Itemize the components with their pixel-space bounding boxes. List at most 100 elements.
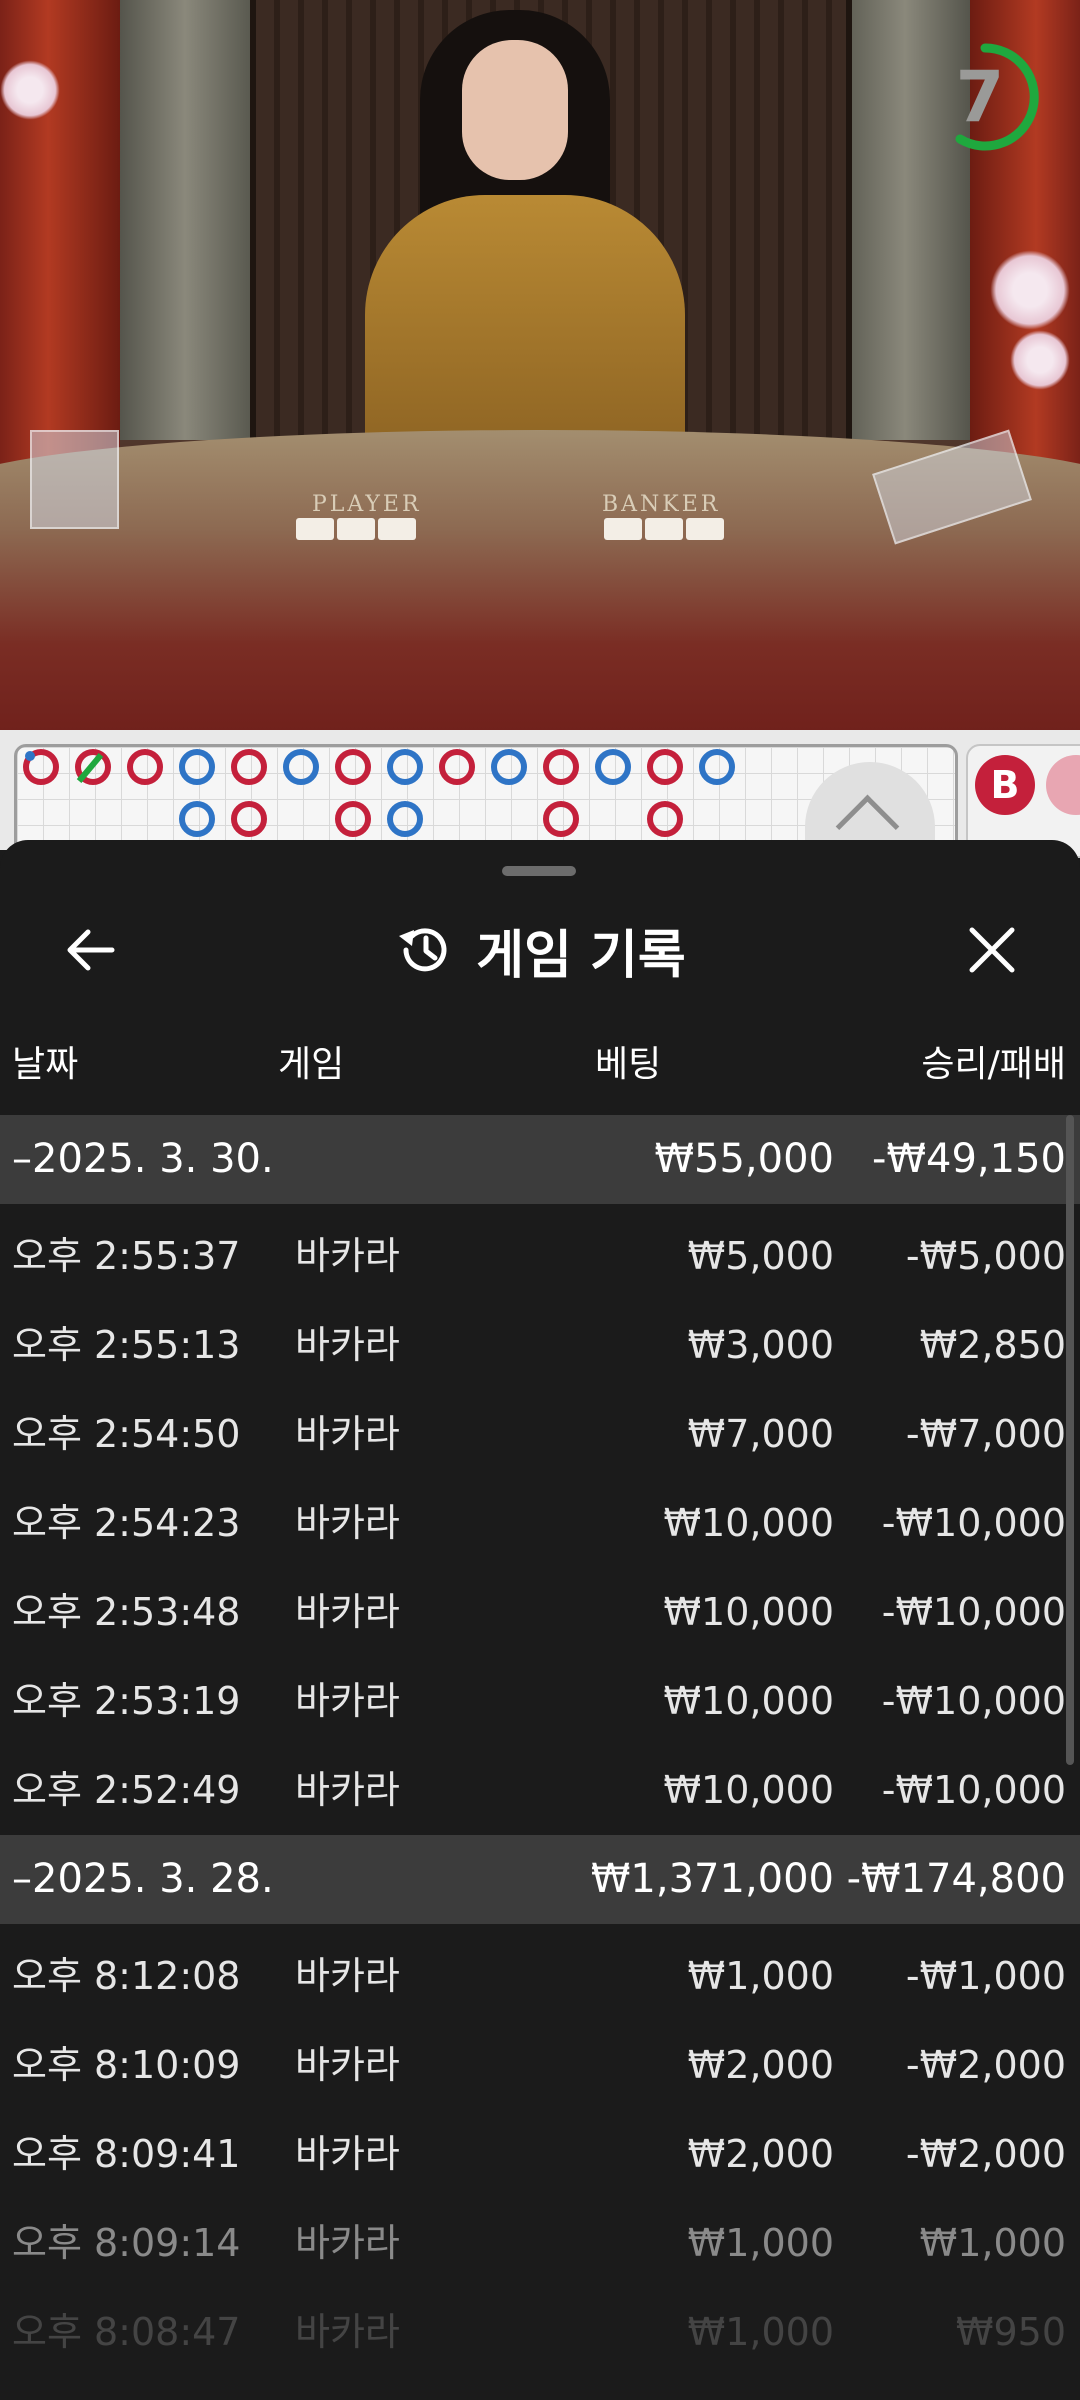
row-result: -₩2,000 [905,2043,1066,2087]
row-bet: ₩7,000 [687,1412,834,1456]
row-time: 오후 2:55:37 [12,1234,241,1278]
row-game: 바카라 [295,1412,400,1456]
table-label-banker: BANKER [602,492,721,517]
bead-ring [647,749,683,785]
row-bet: ₩1,000 [687,1954,834,1998]
row-time: 오후 2:54:23 [12,1501,241,1545]
game-history-sheet: 게임 기록 날짜 게임 베팅 승리/패배 –2025. 3. 30. ₩55,0… [0,840,1080,2400]
row-game: 바카라 [295,1501,400,1545]
row-bet: ₩1,000 [687,2221,834,2265]
live-video: PLAYER BANKER 7 [0,0,1080,730]
history-row[interactable]: 오후 2:54:23 바카라 ₩10,000 -₩10,000 [0,1479,1080,1568]
row-result: ₩2,850 [919,1323,1066,1367]
bead-ring [387,749,423,785]
row-bet: ₩10,000 [663,1679,834,1723]
sheet-title: 게임 기록 [476,925,686,986]
row-time: 오후 8:08:47 [12,2310,241,2354]
column-header-bet[interactable]: 베팅 [595,1035,661,1095]
pillar-left [120,0,250,440]
history-row[interactable]: 오후 2:53:48 바카라 ₩10,000 -₩10,000 [0,1568,1080,1657]
tie-slash-icon [76,753,104,783]
column-header-date[interactable]: 날짜 [12,1035,78,1095]
row-game: 바카라 [295,1768,400,1812]
row-result: -₩10,000 [881,1768,1066,1812]
row-result: ₩950 [955,2310,1066,2354]
close-button[interactable] [952,910,1032,990]
row-time: 오후 8:10:09 [12,2043,241,2087]
blossom [990,250,1070,330]
row-bet: ₩1,000 [687,2310,834,2354]
scrollbar[interactable] [1066,1115,1074,1765]
row-game: 바카라 [295,1234,400,1278]
bead-ring [699,749,735,785]
row-bet: ₩5,000 [687,1234,834,1278]
sheet-header: 게임 기록 [0,910,1080,990]
row-game: 바카라 [295,2132,400,2176]
countdown-timer: 7 [955,56,1005,138]
close-icon [969,927,1015,973]
group-bet-total: ₩55,000 [654,1136,834,1182]
history-list[interactable]: –2025. 3. 30. ₩55,000 -₩49,150 오후 2:55:3… [0,1115,1080,2377]
row-game: 바카라 [295,2310,400,2354]
row-game: 바카라 [295,1679,400,1723]
history-row[interactable]: 오후 8:09:41 바카라 ₩2,000 -₩2,000 [0,2110,1080,2199]
column-header-result[interactable]: 승리/패배 [921,1035,1066,1095]
dealer-body [365,195,685,455]
row-result: -₩10,000 [881,1501,1066,1545]
drag-handle[interactable] [502,866,576,876]
row-time: 오후 8:12:08 [12,1954,241,1998]
history-row[interactable]: 오후 8:10:09 바카라 ₩2,000 -₩2,000 [0,2021,1080,2110]
bead-dot [25,751,35,761]
row-game: 바카라 [295,2221,400,2265]
bead-ring [283,749,319,785]
row-result: ₩1,000 [919,2221,1066,2265]
bead-ring [127,749,163,785]
row-time: 오후 2:53:19 [12,1679,241,1723]
group-result-total: -₩174,800 [846,1856,1066,1902]
bead-ring [647,801,683,837]
row-result: -₩5,000 [905,1234,1066,1278]
history-row[interactable]: 오후 2:55:13 바카라 ₩3,000 ₩2,850 [0,1301,1080,1390]
row-bet: ₩10,000 [663,1501,834,1545]
row-bet: ₩2,000 [687,2132,834,2176]
row-game: 바카라 [295,2043,400,2087]
group-result-total: -₩49,150 [872,1136,1066,1182]
player-cards [296,518,416,540]
history-row[interactable]: 오후 2:53:19 바카라 ₩10,000 -₩10,000 [0,1657,1080,1746]
row-bet: ₩2,000 [687,2043,834,2087]
row-time: 오후 8:09:41 [12,2132,241,2176]
bead-ring [231,749,267,785]
row-game: 바카라 [295,1323,400,1367]
row-time: 오후 2:54:50 [12,1412,241,1456]
bead-ring [231,801,267,837]
group-date: –2025. 3. 28. [12,1856,274,1902]
history-row[interactable]: 오후 8:08:47 바카라 ₩1,000 ₩950 [0,2288,1080,2377]
row-game: 바카라 [295,1954,400,1998]
bead-ring [335,801,371,837]
row-game: 바카라 [295,1590,400,1634]
row-time: 오후 2:52:49 [12,1768,241,1812]
row-bet: ₩10,000 [663,1590,834,1634]
bead-ring [491,749,527,785]
history-row[interactable]: 오후 2:54:50 바카라 ₩7,000 -₩7,000 [0,1390,1080,1479]
history-row[interactable]: 오후 8:12:08 바카라 ₩1,000 -₩1,000 [0,1932,1080,2021]
banker-cards [604,518,724,540]
row-result: -₩7,000 [905,1412,1066,1456]
history-row[interactable]: 오후 2:52:49 바카라 ₩10,000 -₩10,000 [0,1746,1080,1835]
row-result: -₩10,000 [881,1679,1066,1723]
date-group-row[interactable]: –2025. 3. 30. ₩55,000 -₩49,150 [0,1115,1080,1204]
bead-ring [543,801,579,837]
date-group-row[interactable]: –2025. 3. 28. ₩1,371,000 -₩174,800 [0,1835,1080,1924]
table-label-player: PLAYER [312,492,422,517]
history-row[interactable]: 오후 2:55:37 바카라 ₩5,000 -₩5,000 [0,1212,1080,1301]
history-row[interactable]: 오후 8:09:14 바카라 ₩1,000 ₩1,000 [0,2199,1080,2288]
group-date: –2025. 3. 30. [12,1136,274,1182]
row-time: 오후 2:53:48 [12,1590,241,1634]
column-header-game[interactable]: 게임 [278,1035,344,1095]
row-result: -₩1,000 [905,1954,1066,1998]
bead-ring [179,749,215,785]
banker-predict-marker[interactable]: B [975,755,1035,815]
card-discard-box [30,430,119,529]
row-result: -₩10,000 [881,1590,1066,1634]
bead-ring [387,801,423,837]
